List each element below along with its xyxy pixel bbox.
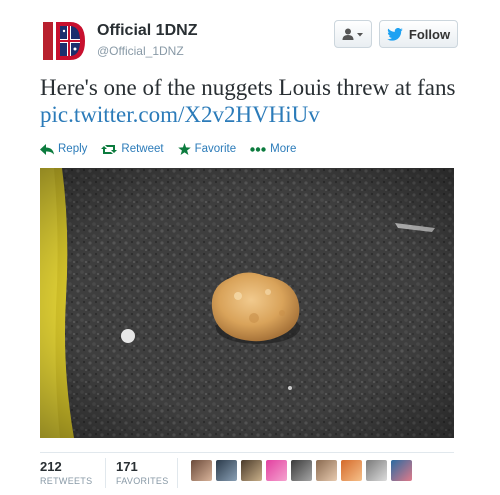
favoriter-avatar[interactable] bbox=[216, 460, 237, 481]
favorite-button[interactable]: Favorite bbox=[177, 143, 237, 155]
tweet-actions: Reply Retweet Favorite More bbox=[40, 143, 296, 155]
nugget-photo-image bbox=[40, 168, 454, 438]
favorite-label: Favorite bbox=[194, 143, 237, 155]
user-handle[interactable]: @Official_1DNZ bbox=[97, 44, 184, 58]
favoriter-avatar[interactable] bbox=[316, 460, 337, 481]
favorites-stat[interactable]: 171 FAVORITES bbox=[116, 459, 169, 486]
more-button[interactable]: More bbox=[250, 143, 296, 155]
twitter-bird-icon bbox=[387, 27, 403, 41]
favoriters-list bbox=[191, 460, 412, 481]
tweet-photo[interactable] bbox=[40, 168, 454, 438]
retweets-stat[interactable]: 212 RETWEETS bbox=[40, 459, 92, 486]
retweet-label: Retweet bbox=[121, 143, 164, 155]
reply-button[interactable]: Reply bbox=[40, 143, 87, 155]
more-label: More bbox=[270, 143, 297, 155]
favoriter-avatar[interactable] bbox=[191, 460, 212, 481]
tweet-media-link[interactable]: pic.twitter.com/X2v2HVHiUv bbox=[40, 102, 320, 127]
user-dropdown-icon bbox=[342, 28, 363, 40]
reply-label: Reply bbox=[58, 143, 88, 155]
favorites-count: 171 bbox=[116, 459, 138, 474]
favoriter-avatar[interactable] bbox=[241, 460, 262, 481]
retweet-icon bbox=[101, 144, 118, 154]
favoriter-avatar[interactable] bbox=[266, 460, 287, 481]
tweet-card: Official 1DNZ @Official_1DNZ Follow Here… bbox=[0, 0, 500, 495]
favoriter-avatar[interactable] bbox=[291, 460, 312, 481]
tweet-body: Here's one of the nuggets Louis threw at… bbox=[40, 75, 456, 100]
retweet-button[interactable]: Retweet bbox=[101, 143, 164, 155]
more-dots-icon bbox=[250, 146, 266, 152]
stat-separator bbox=[177, 458, 178, 488]
user-actions-button[interactable] bbox=[334, 20, 372, 48]
profile-avatar[interactable] bbox=[40, 18, 88, 66]
stat-separator bbox=[105, 458, 106, 488]
reply-arrow-icon bbox=[40, 143, 54, 155]
tweet-text: Here's one of the nuggets Louis threw at… bbox=[40, 74, 460, 128]
favoriter-avatar[interactable] bbox=[341, 460, 362, 481]
favoriter-avatar[interactable] bbox=[391, 460, 412, 481]
retweets-count: 212 bbox=[40, 459, 62, 474]
stats-divider bbox=[40, 452, 454, 453]
favoriter-avatar[interactable] bbox=[366, 460, 387, 481]
favorites-label: FAVORITES bbox=[116, 476, 169, 486]
follow-button[interactable]: Follow bbox=[379, 20, 458, 48]
retweets-label: RETWEETS bbox=[40, 476, 93, 486]
display-name[interactable]: Official 1DNZ bbox=[97, 22, 197, 40]
star-icon bbox=[177, 143, 191, 155]
follow-label: Follow bbox=[408, 26, 451, 42]
